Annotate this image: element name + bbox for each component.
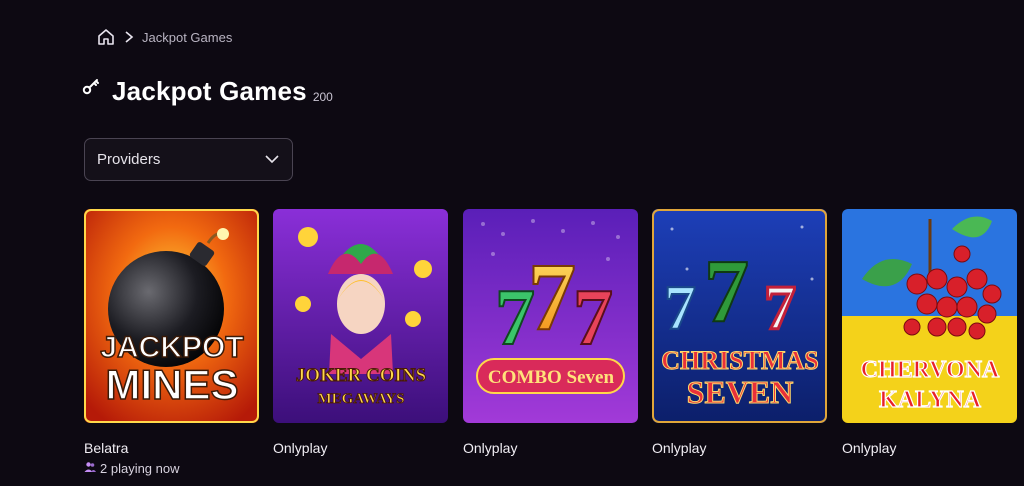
game-provider[interactable]: Onlyplay (652, 440, 706, 456)
providers-label: Providers (97, 151, 161, 168)
game-thumbnail[interactable]: JOKER COINS MEGAWAYS (273, 209, 448, 423)
breadcrumb-current: Jackpot Games (142, 29, 233, 45)
game-provider[interactable]: Onlyplay (842, 440, 896, 456)
game-title-line2: KALYNA (879, 387, 981, 413)
game-title-line1: JACKPOT (100, 331, 243, 364)
breadcrumb: Jackpot Games (96, 27, 232, 47)
providers-dropdown[interactable]: Providers (84, 138, 293, 181)
game-provider[interactable]: Onlyplay (273, 440, 327, 456)
home-icon[interactable] (96, 27, 116, 47)
game-title-line2: MEGAWAYS (318, 391, 405, 407)
game-card-christmas-seven[interactable]: 7 7 7 CHRISTMAS SEVEN Onlyplay (652, 209, 827, 456)
svg-text:7: 7 (573, 274, 613, 362)
game-title-line2: SEVEN (687, 374, 794, 410)
users-icon (84, 461, 96, 476)
game-provider[interactable]: Belatra (84, 440, 128, 456)
players-count: 2 playing now (84, 461, 180, 476)
game-thumbnail[interactable]: JACKPOT MINES (84, 209, 259, 423)
chevron-down-icon (264, 151, 280, 168)
game-provider[interactable]: Onlyplay (463, 440, 517, 456)
chevron-right-icon (124, 30, 134, 44)
game-title-line2: MINES (105, 361, 238, 408)
games-count: 200 (312, 90, 333, 104)
players-count-text: 2 playing now (100, 461, 180, 476)
game-thumbnail[interactable]: CHERVONA KALYNA (842, 209, 1017, 423)
game-card-combo-seven[interactable]: 7 7 7 COMBO Seven Onlyplay (463, 209, 638, 456)
page-title: Jackpot Games (112, 76, 307, 106)
game-card-jackpot-mines[interactable]: JACKPOT MINES Belatra 2 playing now (84, 209, 259, 476)
game-card-chervona-kalyna[interactable]: CHERVONA KALYNA Onlyplay (842, 209, 1017, 456)
svg-text:7: 7 (528, 243, 576, 350)
page-header: Jackpot Games 200 (82, 76, 333, 106)
game-card-joker-coins[interactable]: JOKER COINS MEGAWAYS Onlyplay (273, 209, 448, 456)
svg-text:7: 7 (704, 242, 749, 341)
game-thumbnail[interactable]: 7 7 7 COMBO Seven (463, 209, 638, 423)
key-icon (82, 77, 100, 100)
game-title-line1: COMBO Seven (488, 367, 615, 388)
svg-text:7: 7 (664, 272, 696, 343)
game-title-line1: CHRISTMAS (661, 346, 818, 375)
game-thumbnail[interactable]: 7 7 7 CHRISTMAS SEVEN (652, 209, 827, 423)
game-title-line1: CHERVONA (861, 357, 1000, 383)
game-title-line1: JOKER COINS (296, 365, 426, 386)
svg-text:7: 7 (764, 272, 796, 343)
